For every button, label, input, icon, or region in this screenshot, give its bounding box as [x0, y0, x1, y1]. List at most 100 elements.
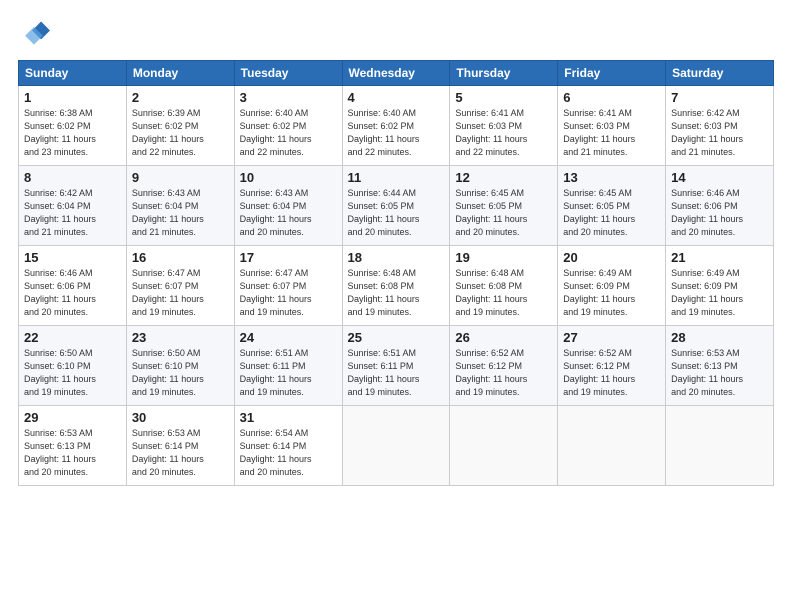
- day-info: Sunrise: 6:38 AMSunset: 6:02 PMDaylight:…: [24, 107, 121, 159]
- day-info: Sunrise: 6:51 AMSunset: 6:11 PMDaylight:…: [348, 347, 445, 399]
- day-info: Sunrise: 6:44 AMSunset: 6:05 PMDaylight:…: [348, 187, 445, 239]
- calendar-cell: 11 Sunrise: 6:44 AMSunset: 6:05 PMDayligh…: [342, 166, 450, 246]
- calendar-cell: 18 Sunrise: 6:48 AMSunset: 6:08 PMDayligh…: [342, 246, 450, 326]
- calendar-cell: 12 Sunrise: 6:45 AMSunset: 6:05 PMDayligh…: [450, 166, 558, 246]
- day-number: 31: [240, 410, 337, 425]
- day-info: Sunrise: 6:48 AMSunset: 6:08 PMDaylight:…: [455, 267, 552, 319]
- day-number: 16: [132, 250, 229, 265]
- day-number: 17: [240, 250, 337, 265]
- calendar-week-3: 15Sunrise: 6:46 AMSunset: 6:06 PMDayligh…: [19, 246, 774, 326]
- day-info: Sunrise: 6:53 AMSunset: 6:13 PMDaylight:…: [24, 427, 121, 479]
- day-info: Sunrise: 6:43 AMSunset: 6:04 PMDaylight:…: [240, 187, 337, 239]
- day-info: Sunrise: 6:41 AMSunset: 6:03 PMDaylight:…: [455, 107, 552, 159]
- day-number: 21: [671, 250, 768, 265]
- col-header-monday: Monday: [126, 61, 234, 86]
- calendar-cell: 23 Sunrise: 6:50 AMSunset: 6:10 PMDayligh…: [126, 326, 234, 406]
- calendar-cell: 27Sunrise: 6:52 AMSunset: 6:12 PMDayligh…: [558, 326, 666, 406]
- calendar-cell: 10 Sunrise: 6:43 AMSunset: 6:04 PMDayligh…: [234, 166, 342, 246]
- day-number: 29: [24, 410, 121, 425]
- calendar-cell: 14Sunrise: 6:46 AMSunset: 6:06 PMDayligh…: [666, 166, 774, 246]
- calendar-cell: 25 Sunrise: 6:51 AMSunset: 6:11 PMDayligh…: [342, 326, 450, 406]
- day-number: 9: [132, 170, 229, 185]
- day-info: Sunrise: 6:52 AMSunset: 6:12 PMDaylight:…: [563, 347, 660, 399]
- day-number: 8: [24, 170, 121, 185]
- day-number: 28: [671, 330, 768, 345]
- calendar-cell: 24 Sunrise: 6:51 AMSunset: 6:11 PMDayligh…: [234, 326, 342, 406]
- calendar-week-4: 22 Sunrise: 6:50 AMSunset: 6:10 PMDayligh…: [19, 326, 774, 406]
- calendar-cell: 8 Sunrise: 6:42 AMSunset: 6:04 PMDaylight…: [19, 166, 127, 246]
- day-number: 26: [455, 330, 552, 345]
- calendar-week-1: 1 Sunrise: 6:38 AMSunset: 6:02 PMDaylight…: [19, 86, 774, 166]
- col-header-thursday: Thursday: [450, 61, 558, 86]
- calendar-cell: 1 Sunrise: 6:38 AMSunset: 6:02 PMDaylight…: [19, 86, 127, 166]
- day-info: Sunrise: 6:43 AMSunset: 6:04 PMDaylight:…: [132, 187, 229, 239]
- day-info: Sunrise: 6:46 AMSunset: 6:06 PMDaylight:…: [24, 267, 121, 319]
- calendar-cell: 15Sunrise: 6:46 AMSunset: 6:06 PMDayligh…: [19, 246, 127, 326]
- day-number: 25: [348, 330, 445, 345]
- day-info: Sunrise: 6:42 AMSunset: 6:04 PMDaylight:…: [24, 187, 121, 239]
- day-info: Sunrise: 6:54 AMSunset: 6:14 PMDaylight:…: [240, 427, 337, 479]
- calendar-cell: 26 Sunrise: 6:52 AMSunset: 6:12 PMDayligh…: [450, 326, 558, 406]
- calendar-cell: 5 Sunrise: 6:41 AMSunset: 6:03 PMDaylight…: [450, 86, 558, 166]
- day-info: Sunrise: 6:47 AMSunset: 6:07 PMDaylight:…: [240, 267, 337, 319]
- day-info: Sunrise: 6:52 AMSunset: 6:12 PMDaylight:…: [455, 347, 552, 399]
- col-header-tuesday: Tuesday: [234, 61, 342, 86]
- day-number: 18: [348, 250, 445, 265]
- day-info: Sunrise: 6:47 AMSunset: 6:07 PMDaylight:…: [132, 267, 229, 319]
- day-number: 11: [348, 170, 445, 185]
- header: [18, 18, 774, 50]
- day-number: 20: [563, 250, 660, 265]
- calendar-cell: 9 Sunrise: 6:43 AMSunset: 6:04 PMDaylight…: [126, 166, 234, 246]
- day-info: Sunrise: 6:46 AMSunset: 6:06 PMDaylight:…: [671, 187, 768, 239]
- day-number: 3: [240, 90, 337, 105]
- day-info: Sunrise: 6:50 AMSunset: 6:10 PMDaylight:…: [24, 347, 121, 399]
- day-info: Sunrise: 6:50 AMSunset: 6:10 PMDaylight:…: [132, 347, 229, 399]
- day-info: Sunrise: 6:51 AMSunset: 6:11 PMDaylight:…: [240, 347, 337, 399]
- col-header-friday: Friday: [558, 61, 666, 86]
- day-number: 24: [240, 330, 337, 345]
- calendar-cell: 17 Sunrise: 6:47 AMSunset: 6:07 PMDayligh…: [234, 246, 342, 326]
- calendar-cell: 16 Sunrise: 6:47 AMSunset: 6:07 PMDayligh…: [126, 246, 234, 326]
- calendar-cell: 20 Sunrise: 6:49 AMSunset: 6:09 PMDayligh…: [558, 246, 666, 326]
- day-number: 23: [132, 330, 229, 345]
- calendar-cell: 13 Sunrise: 6:45 AMSunset: 6:05 PMDayligh…: [558, 166, 666, 246]
- calendar-header-row: SundayMondayTuesdayWednesdayThursdayFrid…: [19, 61, 774, 86]
- calendar-cell: 6Sunrise: 6:41 AMSunset: 6:03 PMDaylight…: [558, 86, 666, 166]
- col-header-sunday: Sunday: [19, 61, 127, 86]
- day-number: 6: [563, 90, 660, 105]
- day-info: Sunrise: 6:49 AMSunset: 6:09 PMDaylight:…: [563, 267, 660, 319]
- day-number: 13: [563, 170, 660, 185]
- day-info: Sunrise: 6:39 AMSunset: 6:02 PMDaylight:…: [132, 107, 229, 159]
- calendar-cell: [558, 406, 666, 486]
- day-number: 10: [240, 170, 337, 185]
- calendar-cell: 28 Sunrise: 6:53 AMSunset: 6:13 PMDayligh…: [666, 326, 774, 406]
- day-info: Sunrise: 6:42 AMSunset: 6:03 PMDaylight:…: [671, 107, 768, 159]
- calendar-week-5: 29 Sunrise: 6:53 AMSunset: 6:13 PMDayligh…: [19, 406, 774, 486]
- day-number: 1: [24, 90, 121, 105]
- logo: [18, 18, 54, 50]
- calendar-cell: [450, 406, 558, 486]
- day-number: 4: [348, 90, 445, 105]
- calendar-cell: [666, 406, 774, 486]
- calendar-cell: 7 Sunrise: 6:42 AMSunset: 6:03 PMDaylight…: [666, 86, 774, 166]
- calendar-cell: 4Sunrise: 6:40 AMSunset: 6:02 PMDaylight…: [342, 86, 450, 166]
- day-number: 22: [24, 330, 121, 345]
- day-number: 7: [671, 90, 768, 105]
- day-info: Sunrise: 6:53 AMSunset: 6:13 PMDaylight:…: [671, 347, 768, 399]
- calendar-cell: 22 Sunrise: 6:50 AMSunset: 6:10 PMDayligh…: [19, 326, 127, 406]
- day-number: 30: [132, 410, 229, 425]
- day-number: 2: [132, 90, 229, 105]
- day-info: Sunrise: 6:48 AMSunset: 6:08 PMDaylight:…: [348, 267, 445, 319]
- col-header-saturday: Saturday: [666, 61, 774, 86]
- day-info: Sunrise: 6:40 AMSunset: 6:02 PMDaylight:…: [240, 107, 337, 159]
- day-info: Sunrise: 6:45 AMSunset: 6:05 PMDaylight:…: [563, 187, 660, 239]
- calendar-cell: 21Sunrise: 6:49 AMSunset: 6:09 PMDayligh…: [666, 246, 774, 326]
- day-number: 12: [455, 170, 552, 185]
- day-number: 5: [455, 90, 552, 105]
- day-number: 19: [455, 250, 552, 265]
- day-info: Sunrise: 6:45 AMSunset: 6:05 PMDaylight:…: [455, 187, 552, 239]
- calendar-cell: 29 Sunrise: 6:53 AMSunset: 6:13 PMDayligh…: [19, 406, 127, 486]
- page: SundayMondayTuesdayWednesdayThursdayFrid…: [0, 0, 792, 612]
- calendar-cell: 2 Sunrise: 6:39 AMSunset: 6:02 PMDaylight…: [126, 86, 234, 166]
- calendar: SundayMondayTuesdayWednesdayThursdayFrid…: [18, 60, 774, 486]
